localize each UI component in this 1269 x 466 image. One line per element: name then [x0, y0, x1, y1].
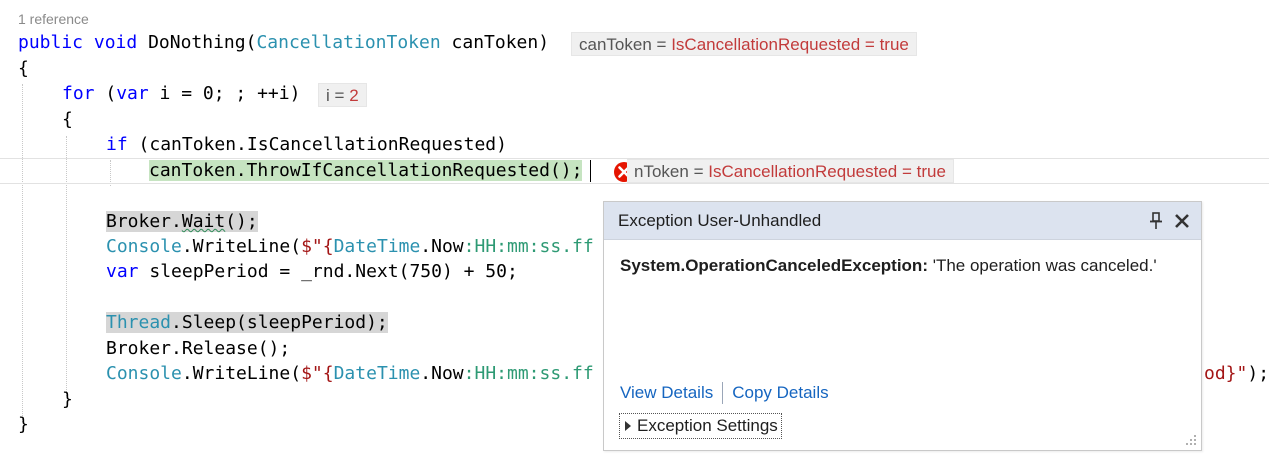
code-line-for[interactable]: for (var i = 0; ; ++i): [62, 81, 300, 107]
exception-links: View Details Copy Details: [620, 382, 829, 404]
exception-popup-title: Exception User-Unhandled: [618, 210, 822, 230]
code-line-thread-sleep[interactable]: Thread.Sleep(sleepPeriod);: [106, 310, 388, 336]
code-line-release[interactable]: Broker.Release();: [106, 336, 290, 362]
codelens-references[interactable]: 1 reference: [18, 11, 89, 27]
string: $"{: [301, 236, 334, 257]
code-text: .Sleep(sleepPeriod);: [171, 312, 388, 333]
datatip-equals: =: [656, 35, 667, 54]
code-text: .WriteLine(: [181, 363, 302, 384]
datatip-equals: =: [693, 162, 704, 181]
code-line-brace[interactable]: }: [18, 412, 29, 438]
code-line-console2[interactable]: Console.WriteLine($"{DateTime.Now:HH:mm:…: [106, 361, 594, 387]
datatip-name: nToken: [634, 162, 689, 181]
datatip-value: IsCancellationRequested = true: [708, 162, 946, 181]
code-text: .WriteLine(: [181, 236, 302, 257]
brace: {: [18, 58, 29, 79]
text-caret: [590, 160, 591, 182]
type-name: Console: [106, 363, 182, 384]
current-statement: canToken.ThrowIfCancellationRequested();: [149, 160, 583, 181]
datatip-name: canToken: [579, 35, 652, 54]
keyword: var: [106, 261, 139, 282]
type-name: CancellationToken: [256, 32, 441, 53]
format-string: :HH:mm:ss.ff: [463, 363, 594, 384]
format-string: :HH:mm:ss.ff: [463, 236, 594, 257]
expand-triangle-icon: [625, 421, 631, 431]
copy-details-link[interactable]: Copy Details: [732, 383, 828, 403]
datatip-value: 2: [349, 86, 359, 105]
code-line-wait[interactable]: Broker.Wait();: [106, 209, 258, 235]
exception-settings-label: Exception Settings: [637, 416, 778, 435]
code-line-brace[interactable]: }: [62, 387, 73, 413]
keyword: public: [18, 32, 84, 53]
exception-text: 'The operation was canceled.': [932, 256, 1157, 275]
code-line-if[interactable]: if (canToken.IsCancellationRequested): [106, 132, 507, 158]
datatip-cantoken-2[interactable]: nToken = IsCancellationRequested = true: [627, 159, 954, 183]
code-text: .Now: [420, 363, 464, 384]
code-line-console1[interactable]: Console.WriteLine($"{DateTime.Now:HH:mm:…: [106, 234, 594, 260]
datatip-value: IsCancellationRequested = true: [671, 35, 909, 54]
exception-settings-toggle[interactable]: Exception Settings: [619, 413, 782, 439]
indent-guide: [22, 84, 23, 422]
brace: }: [18, 414, 29, 435]
brace: {: [62, 109, 73, 130]
code-line-console2-tail[interactable]: od}");: [1204, 361, 1269, 387]
code-text: .Now: [420, 236, 464, 257]
method-name: DoNothing(: [148, 32, 257, 53]
type-name: Console: [106, 236, 182, 257]
keyword: void: [93, 32, 138, 53]
code-line-brace[interactable]: {: [18, 56, 29, 82]
keyword: var: [116, 83, 149, 104]
link-separator: [722, 382, 724, 404]
datatip-equals: =: [334, 86, 345, 105]
exception-popup: Exception User-Unhandled System.Operatio…: [603, 201, 1202, 451]
code-text: sleepPeriod = _rnd.Next(750) + 50;: [138, 261, 518, 282]
code-line-brace[interactable]: {: [62, 107, 73, 133]
type-name: Thread: [106, 312, 172, 333]
code-line-throw[interactable]: canToken.ThrowIfCancellationRequested();: [149, 158, 583, 184]
parameter: canToken): [440, 32, 550, 53]
keyword: if: [106, 134, 128, 155]
close-icon[interactable]: [1169, 208, 1195, 234]
statement-highlight: Broker.Wait();: [106, 211, 258, 232]
code-text: (: [94, 83, 117, 104]
datatip-cantoken[interactable]: canToken = IsCancellationRequested = tru…: [571, 32, 917, 56]
datatip-name: i: [326, 86, 330, 105]
code-text: ();: [225, 211, 258, 232]
keyword: for: [62, 83, 95, 104]
code-text: );: [1247, 363, 1269, 384]
view-details-link[interactable]: View Details: [620, 383, 713, 403]
code-text: i = 0; ; ++i): [148, 83, 301, 104]
string: od}": [1204, 363, 1248, 384]
type-name: DateTime: [333, 363, 421, 384]
code-line-signature[interactable]: public void DoNothing(CancellationToken …: [18, 30, 549, 56]
datatip-i[interactable]: i = 2: [318, 83, 367, 107]
code-text: Wait: [181, 211, 226, 232]
code-text: Broker.: [106, 211, 182, 232]
exception-message: System.OperationCanceledException: 'The …: [620, 256, 1157, 276]
code-text: (canToken.IsCancellationRequested): [127, 134, 507, 155]
code-text: Broker.Release();: [106, 338, 291, 359]
code-line-sleep-decl[interactable]: var sleepPeriod = _rnd.Next(750) + 50;: [106, 259, 518, 285]
resize-grip-icon[interactable]: [1185, 434, 1197, 446]
type-name: DateTime: [333, 236, 421, 257]
string: $"{: [301, 363, 334, 384]
brace: }: [62, 389, 73, 410]
exception-popup-header: Exception User-Unhandled: [604, 202, 1201, 240]
statement-highlight: Thread.Sleep(sleepPeriod);: [106, 312, 388, 333]
exception-type: System.OperationCanceledException:: [620, 256, 928, 275]
pin-icon[interactable]: [1143, 208, 1169, 234]
